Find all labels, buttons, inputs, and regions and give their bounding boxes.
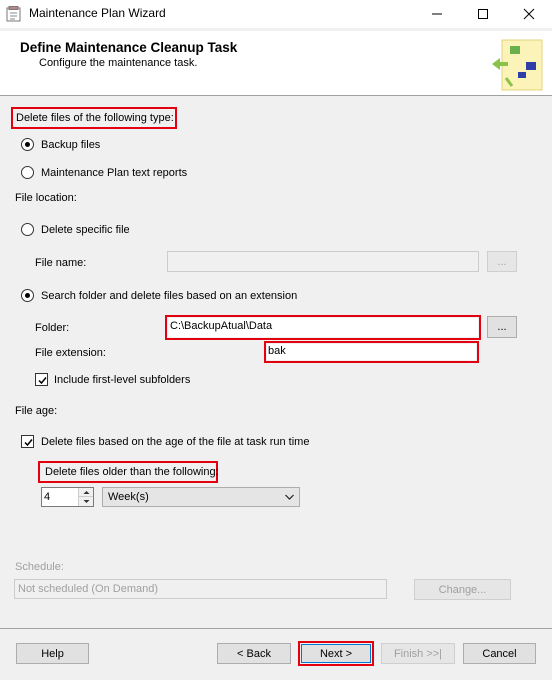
spin-down-icon[interactable]: [78, 497, 93, 506]
minimize-icon[interactable]: [414, 0, 460, 28]
finish-button[interactable]: Finish >>|: [381, 643, 455, 664]
search-folder-radio[interactable]: [21, 289, 34, 302]
window-title: Maintenance Plan Wizard: [29, 6, 166, 20]
spin-up-icon[interactable]: [78, 488, 93, 497]
include-subfolders-label[interactable]: Include first-level subfolders: [54, 374, 190, 386]
file-name-input[interactable]: [167, 251, 479, 272]
chevron-down-icon: [284, 492, 295, 505]
file-type-label: Delete files of the following type:: [16, 112, 174, 124]
file-name-browse-button[interactable]: ...: [487, 251, 517, 272]
wizard-graphic-icon: [488, 34, 546, 94]
folder-input[interactable]: C:\BackupAtual\Data: [168, 318, 478, 337]
cancel-button[interactable]: Cancel: [463, 643, 536, 664]
file-extension-label: File extension:: [35, 347, 106, 359]
schedule-label: Schedule:: [15, 561, 64, 573]
age-unit-value: Week(s): [108, 491, 149, 503]
page-title: Define Maintenance Cleanup Task: [20, 40, 238, 55]
help-button[interactable]: Help: [16, 643, 89, 664]
footer-separator: [0, 628, 552, 629]
maximize-icon[interactable]: [460, 0, 506, 28]
file-extension-input[interactable]: bak: [267, 344, 476, 360]
folder-label: Folder:: [35, 322, 70, 334]
schedule-value: Not scheduled (On Demand): [18, 583, 159, 595]
backup-files-radio[interactable]: [21, 138, 34, 151]
search-folder-label[interactable]: Search folder and delete files based on …: [41, 290, 297, 302]
age-amount-value: 4: [44, 491, 51, 503]
schedule-field: Not scheduled (On Demand): [14, 579, 387, 599]
back-button[interactable]: < Back: [217, 643, 291, 664]
file-name-label: File name:: [35, 257, 87, 269]
text-reports-label[interactable]: Maintenance Plan text reports: [41, 167, 187, 179]
delete-by-age-label[interactable]: Delete files based on the age of the fil…: [41, 436, 309, 448]
app-icon: [6, 6, 22, 22]
age-amount-input[interactable]: 4: [41, 487, 94, 507]
include-subfolders-checkbox[interactable]: [35, 373, 48, 386]
file-location-label: File location:: [15, 192, 77, 204]
folder-browse-button[interactable]: ...: [487, 316, 517, 338]
change-schedule-button[interactable]: Change...: [414, 579, 511, 600]
file-age-label: File age:: [15, 405, 58, 417]
page-subtitle: Configure the maintenance task.: [39, 57, 198, 69]
older-than-label: Delete files older than the following:: [45, 466, 219, 478]
delete-by-age-checkbox[interactable]: [21, 435, 34, 448]
close-icon[interactable]: [506, 0, 552, 28]
delete-specific-file-label[interactable]: Delete specific file: [41, 224, 130, 236]
backup-files-label[interactable]: Backup files: [41, 139, 100, 151]
age-unit-select[interactable]: Week(s): [102, 487, 300, 507]
text-reports-radio[interactable]: [21, 166, 34, 179]
next-button[interactable]: Next >: [301, 644, 371, 663]
delete-specific-file-radio[interactable]: [21, 223, 34, 236]
